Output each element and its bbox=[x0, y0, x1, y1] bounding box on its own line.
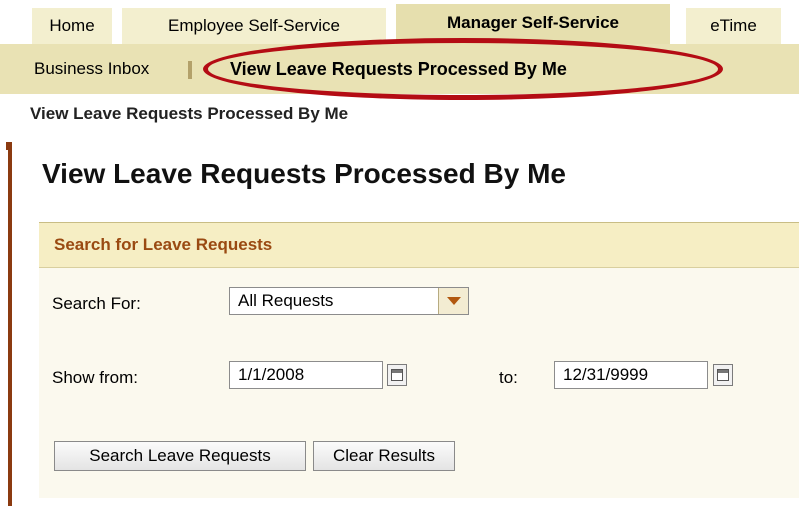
show-from-label: Show from: bbox=[52, 368, 138, 387]
breadcrumb: View Leave Requests Processed By Me bbox=[30, 104, 349, 123]
to-label: to: bbox=[499, 368, 518, 387]
page-title: View Leave Requests Processed By Me bbox=[42, 158, 566, 189]
panel-title: Search for Leave Requests bbox=[54, 235, 273, 254]
subnav-business-inbox[interactable]: Business Inbox bbox=[34, 44, 149, 94]
tab-home[interactable]: Home bbox=[32, 8, 112, 44]
left-rule bbox=[8, 144, 12, 506]
tab-employee-self-service[interactable]: Employee Self-Service bbox=[122, 8, 386, 44]
panel-header: Search for Leave Requests bbox=[39, 222, 799, 268]
tab-label: Manager Self-Service bbox=[447, 13, 619, 32]
tab-etime[interactable]: eTime bbox=[686, 8, 781, 44]
search-leave-requests-button[interactable]: Search Leave Requests bbox=[54, 441, 306, 471]
subnav-label: Business Inbox bbox=[34, 59, 150, 78]
subnav-view-leave-requests[interactable]: View Leave Requests Processed By Me bbox=[230, 44, 567, 94]
tab-label: Employee Self-Service bbox=[168, 16, 340, 35]
subnav-separator bbox=[188, 61, 192, 79]
search-panel: Search for Leave Requests Search For: Al… bbox=[39, 222, 799, 498]
clear-results-button[interactable]: Clear Results bbox=[313, 441, 455, 471]
calendar-icon[interactable] bbox=[713, 364, 733, 386]
tab-label: Home bbox=[49, 16, 95, 35]
subnav-label: View Leave Requests Processed By Me bbox=[230, 59, 567, 79]
from-date-input[interactable]: 1/1/2008 bbox=[229, 361, 383, 389]
tab-manager-self-service[interactable]: Manager Self-Service bbox=[396, 4, 670, 44]
from-date-value: 1/1/2008 bbox=[238, 365, 305, 384]
top-nav: Home Employee Self-Service Manager Self-… bbox=[0, 0, 799, 44]
to-date-value: 12/31/9999 bbox=[563, 365, 649, 384]
search-for-value: All Requests bbox=[238, 291, 334, 310]
sub-nav: Business Inbox View Leave Requests Proce… bbox=[0, 44, 799, 94]
search-for-label: Search For: bbox=[52, 294, 141, 313]
dropdown-arrow-icon[interactable] bbox=[438, 288, 468, 314]
calendar-icon[interactable] bbox=[387, 364, 407, 386]
tab-label: eTime bbox=[710, 16, 757, 35]
search-for-select[interactable]: All Requests bbox=[229, 287, 469, 315]
to-date-input[interactable]: 12/31/9999 bbox=[554, 361, 708, 389]
